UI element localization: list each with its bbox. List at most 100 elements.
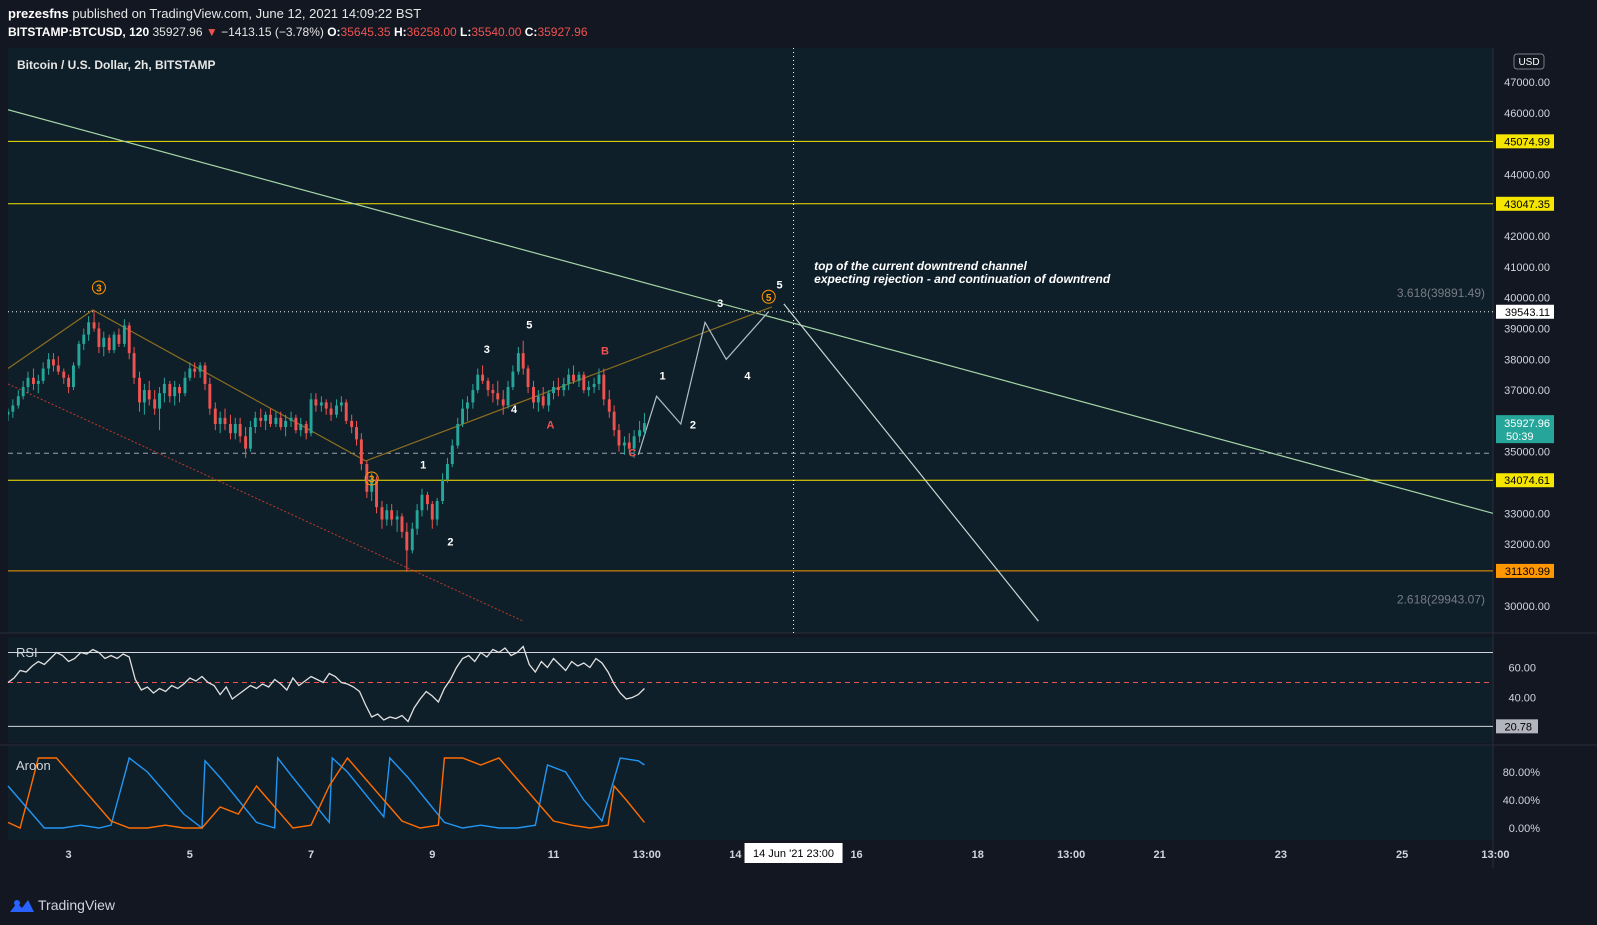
aroon-axis-tick-label: 40.00% xyxy=(1503,795,1541,807)
chart-header: prezesfns published on TradingView.com, … xyxy=(0,0,1597,48)
time-axis-tick-label: 16 xyxy=(850,849,862,861)
tradingview-logo-icon[interactable] xyxy=(8,896,36,916)
close-label: C: xyxy=(524,25,538,39)
change-arrow-icon: ▼ xyxy=(205,25,218,39)
wave-label: 3 xyxy=(369,475,375,486)
candle-body xyxy=(259,417,263,421)
price-axis-tick-label: 37000.00 xyxy=(1504,385,1550,397)
candle-body xyxy=(385,510,389,520)
candle-body xyxy=(395,516,399,520)
candle-body xyxy=(304,423,308,434)
high-label: H: xyxy=(393,25,407,39)
candle-body xyxy=(319,402,323,406)
open-label: O: xyxy=(327,25,341,39)
aroon-axis-tick-label: 80.00% xyxy=(1503,767,1541,779)
annotation-text: top of the current downtrend channel xyxy=(814,259,1027,273)
candle-body xyxy=(193,368,197,372)
time-axis-tick-label: 11 xyxy=(548,849,560,861)
wave-label: 2 xyxy=(690,420,696,432)
candle-body xyxy=(72,365,75,388)
candle-body xyxy=(102,337,106,347)
candle-body xyxy=(264,414,268,421)
level-price-tag-label: 31130.99 xyxy=(1505,566,1550,578)
time-axis-tick-label: 18 xyxy=(972,849,984,861)
price-axis-tick-label: 44000.00 xyxy=(1504,169,1550,181)
candle-body xyxy=(516,353,520,372)
fib-level-label: 3.618(39891.49) xyxy=(1397,286,1485,300)
time-axis-tick-label: 9 xyxy=(429,849,435,861)
time-axis-tick-label: 21 xyxy=(1154,849,1166,861)
candle-body xyxy=(410,528,414,551)
candle-body xyxy=(198,365,202,372)
candle-body xyxy=(612,411,616,431)
candle-body xyxy=(67,377,71,388)
wave-label: 3 xyxy=(717,298,723,310)
candle-body xyxy=(511,371,515,388)
annotation-text: expecting rejection - and continuation o… xyxy=(814,272,1111,286)
candle-body xyxy=(486,380,490,391)
candle-body xyxy=(390,510,394,520)
candle-body xyxy=(153,399,157,409)
candle-body xyxy=(253,417,257,428)
time-axis-tick-label: 13:00 xyxy=(1481,849,1509,861)
tradingview-brand[interactable]: TradingView xyxy=(38,897,115,913)
candle-body xyxy=(228,423,232,434)
time-axis-tick-label: 13:00 xyxy=(633,849,661,861)
candle-body xyxy=(501,399,505,406)
candle-body xyxy=(56,365,60,372)
time-axis-tick-label: 23 xyxy=(1275,849,1287,861)
candle-body xyxy=(132,353,136,378)
candle-body xyxy=(496,393,500,400)
candle-body xyxy=(294,417,298,431)
candle-body xyxy=(344,402,348,421)
candle-body xyxy=(552,387,555,394)
candle-body xyxy=(223,417,227,424)
candle-body xyxy=(299,423,303,431)
candle-body xyxy=(465,402,469,409)
candle-body xyxy=(162,383,166,394)
candle-body xyxy=(435,501,439,520)
time-axis-tick-label: 13:00 xyxy=(1057,849,1085,861)
rsi-pane-title: RSI xyxy=(16,645,38,660)
symbol-label[interactable]: BITSTAMP:BTCUSD, 120 xyxy=(8,25,149,39)
candle-body xyxy=(582,374,586,391)
candle-body xyxy=(268,414,272,424)
wave-label: 5 xyxy=(526,319,532,331)
candle-body xyxy=(36,380,40,384)
candle-body xyxy=(425,494,429,505)
level-price-tag-label: 43047.35 xyxy=(1504,199,1550,211)
fib-level-label: 2.618(29943.07) xyxy=(1397,593,1485,607)
candle-body xyxy=(476,374,480,391)
candle-body xyxy=(445,464,449,480)
author-name[interactable]: prezesfns xyxy=(8,6,69,21)
candle-body xyxy=(127,325,131,354)
candle-body xyxy=(441,479,445,502)
candle-body xyxy=(87,322,91,335)
wave-label: B xyxy=(601,346,609,358)
candle-body xyxy=(491,390,495,394)
candle-body xyxy=(556,387,560,391)
candle-body xyxy=(203,365,207,384)
open-value: 35645.35 xyxy=(340,25,391,39)
candle-body xyxy=(274,417,278,424)
bar-countdown-label: 50:39 xyxy=(1506,431,1534,443)
aroon-axis-tick-label: 0.00% xyxy=(1509,823,1540,835)
candle-body xyxy=(461,408,465,424)
low-value: 35540.00 xyxy=(471,25,522,39)
candle-body xyxy=(350,420,354,428)
candle-body xyxy=(41,368,45,381)
candle-body xyxy=(188,368,192,378)
candle-body xyxy=(567,374,571,384)
high-value: 36258.00 xyxy=(406,25,457,39)
candle-body xyxy=(248,427,252,449)
chart-canvas[interactable]: 312345ABC12345533.618(39891.49)2.618(299… xyxy=(0,0,1597,925)
crosshair-price-label: 39543.11 xyxy=(1505,307,1550,319)
candle-body xyxy=(541,396,545,406)
candle-body xyxy=(335,405,338,415)
candle-body xyxy=(622,442,626,446)
footer: TradingView xyxy=(0,888,1597,925)
candle-body xyxy=(359,439,363,465)
candle-body xyxy=(244,436,248,449)
candle-body xyxy=(52,359,55,366)
candle-body xyxy=(642,423,646,432)
